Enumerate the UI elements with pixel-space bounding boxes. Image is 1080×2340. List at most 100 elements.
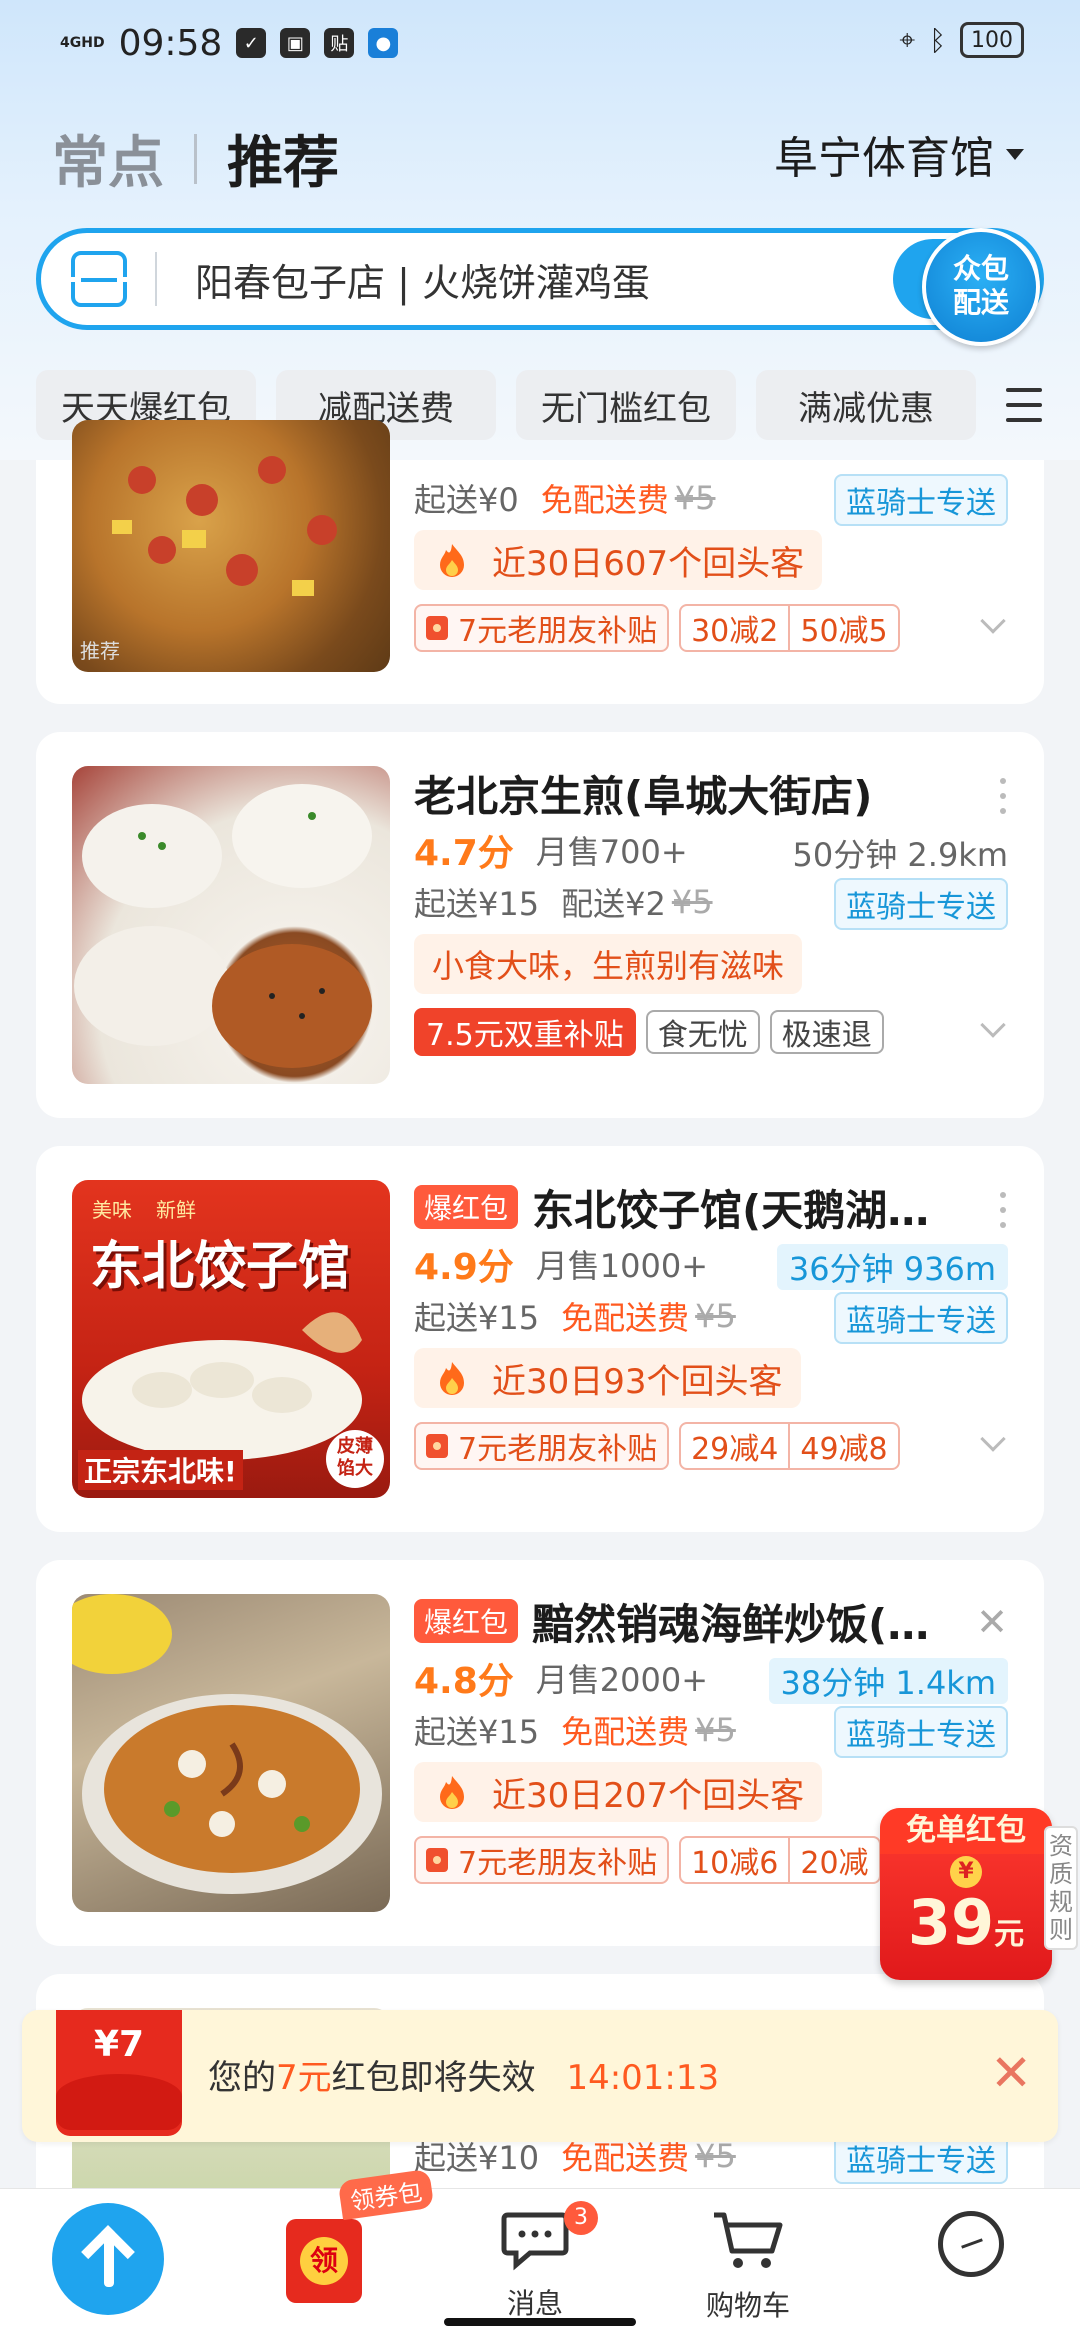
discount-2: 49减8	[788, 1424, 897, 1468]
filter-no-threshold[interactable]: 无门槛红包	[516, 370, 736, 440]
red-packet-expiry-notice[interactable]: ¥7 您的7元红包即将失效 14:01:13 ✕	[22, 2010, 1058, 2142]
delivery-fee: 配送¥2	[561, 885, 666, 923]
nav-messages-label: 消息	[506, 2287, 563, 2320]
store-info: 起送¥0 免配送费 ¥5 蓝骑士专送 近30日607个回头客 7元老朋友补贴 3…	[414, 472, 1008, 652]
crowd-delivery-line2: 配送	[952, 286, 1009, 319]
store-info: 爆红包 东北饺子馆(天鹅湖… 4.9分 月售1000+ 36分钟 936m 起送…	[414, 1176, 1008, 1470]
fire-icon	[440, 1362, 464, 1395]
red-packet-icon	[426, 1848, 448, 1872]
monthly-sales: 月售2000+	[535, 1661, 709, 1699]
eta-distance: 36分钟 936m	[776, 1244, 1008, 1290]
caret-down-icon	[1006, 148, 1024, 160]
coupon-icon: 领	[300, 2237, 348, 2285]
promo-text: 近30日207个回头客	[492, 1775, 805, 1816]
search-input[interactable]: 阳春包子店 | 火烧饼灌鸡蛋	[195, 252, 650, 307]
tab-frequent[interactable]: 常点	[52, 118, 164, 199]
distance: 2.9km	[907, 836, 1008, 874]
coin-icon: ¥	[950, 1856, 982, 1888]
bluetooth-icon: ᛒ	[929, 23, 946, 57]
food-safety-tag: 食无忧	[645, 1010, 760, 1054]
monthly-sales: 月售700+	[535, 833, 688, 871]
title-row: 爆红包 黯然销魂海鲜炒饭(… ✕	[414, 1590, 1008, 1652]
store-thumbnail	[72, 1594, 390, 1912]
home-gesture-bar	[444, 2318, 636, 2326]
expand-chevron-icon[interactable]	[980, 1012, 1006, 1038]
hot-red-packet-badge: 爆红包	[414, 1185, 519, 1229]
red-packet-icon	[426, 1434, 448, 1458]
fire-icon	[440, 544, 464, 577]
store-card[interactable]: 老北京生煎(阜城大街店) 4.7分 月售700+ 50分钟 2.9km 起送¥1…	[36, 732, 1044, 1118]
discount-tag: 10减6 20减	[679, 1836, 881, 1884]
repeat-customer-banner: 近30日207个回头客	[414, 1762, 823, 1822]
scan-icon[interactable]	[69, 251, 129, 307]
profile-icon[interactable]	[938, 2211, 1004, 2277]
app-icon: ▣	[280, 28, 311, 58]
discount-tag: 30减2 50减5	[679, 604, 900, 652]
eta-distance: 38分钟 1.4km	[768, 1658, 1008, 1704]
location-selector[interactable]: 阜宁体育馆	[774, 122, 1024, 186]
store-card[interactable]: 推荐 起送¥0 免配送费 ¥5 蓝骑士专送 近30日607个回头客 7元老朋友补…	[36, 420, 1044, 704]
chat-app-icon: ●	[368, 28, 399, 58]
scroll-to-top-button[interactable]	[52, 2203, 164, 2315]
close-icon[interactable]: ✕	[976, 1600, 1008, 1644]
coupon-pack-button[interactable]: 领	[286, 2219, 362, 2303]
store-card[interactable]: 美味 新鲜 东北饺子馆 正宗东北味! 皮薄馅大 爆红包 东北饺子馆(天鹅湖… 4.…	[36, 1146, 1044, 1532]
delivery-fee: 免配送费	[540, 481, 669, 519]
title-row: 爆红包 东北饺子馆(天鹅湖…	[414, 1176, 1008, 1238]
packet-amount: ¥7	[93, 2024, 145, 2065]
store-name[interactable]: 黯然销魂海鲜炒饭(…	[532, 1591, 929, 1652]
filter-discount[interactable]: 满减优惠	[756, 370, 976, 440]
search-bar[interactable]: 阳春包子店 | 火烧饼灌鸡蛋 搜	[36, 228, 1044, 330]
expand-chevron-icon[interactable]	[980, 1426, 1006, 1452]
discount-1: 10减6	[691, 1846, 779, 1881]
discount-2: 20减	[788, 1838, 878, 1882]
tags-row: 7元老朋友补贴 30减2 50减5	[414, 604, 1008, 652]
store-name[interactable]: 东北饺子馆(天鹅湖…	[532, 1177, 929, 1238]
delivery-row: 起送¥15 免配送费 ¥5 蓝骑士专送	[414, 1290, 1008, 1344]
original-delivery-fee: ¥5	[695, 1297, 736, 1335]
store-thumbnail	[72, 766, 390, 1084]
min-order: 起送¥15	[414, 1713, 540, 1751]
red-packet-icon: ¥7	[56, 2010, 182, 2136]
more-options-icon[interactable]	[1000, 1192, 1008, 1228]
crowd-delivery-badge[interactable]: 众包 配送	[922, 228, 1040, 346]
search-divider	[155, 252, 157, 306]
original-delivery-fee: ¥5	[695, 1711, 736, 1749]
tab-recommend[interactable]: 推荐	[227, 118, 339, 199]
seafood-rice-image	[72, 1594, 382, 1894]
min-order: 起送¥15	[414, 1299, 540, 1337]
original-delivery-fee: ¥5	[695, 2137, 736, 2175]
monthly-sales: 月售1000+	[535, 1247, 709, 1285]
slogan-banner: 小食大味，生煎别有滋味	[414, 934, 803, 994]
red-packet-icon	[426, 616, 448, 640]
shengjian-image	[74, 784, 372, 1068]
battery-indicator: 100	[960, 22, 1024, 58]
qualification-rules-link[interactable]: 资质规则	[1044, 1826, 1078, 1950]
tags-row: 7元老朋友补贴 29减4 49减8	[414, 1422, 1008, 1470]
discount-2: 50减5	[788, 606, 897, 650]
nav-cart[interactable]: 购物车	[706, 2209, 790, 2324]
rider-badge: 蓝骑士专送	[834, 474, 1008, 526]
store-name[interactable]: 老北京生煎(阜城大街店)	[414, 763, 872, 824]
store-info: 老北京生煎(阜城大街店) 4.7分 月售700+ 50分钟 2.9km 起送¥1…	[414, 762, 1008, 1056]
fire-icon	[440, 1776, 464, 1809]
discount-tag: 29减4 49减8	[679, 1422, 900, 1470]
more-options-icon[interactable]	[1000, 778, 1008, 814]
nav-messages[interactable]: 3 消息	[500, 2201, 598, 2322]
close-icon[interactable]: ✕	[990, 2044, 1032, 2102]
rating: 4.7分	[414, 833, 514, 874]
promo-text: 近30日607个回头客	[492, 543, 805, 584]
notice-prefix: 您的	[208, 2058, 276, 2098]
rating-row: 4.9分 月售1000+ 36分钟 936m	[414, 1238, 1008, 1290]
filter-menu-icon[interactable]	[1006, 388, 1042, 422]
delivery-row: 起送¥0 免配送费 ¥5 蓝骑士专送	[414, 472, 1008, 526]
expand-chevron-icon[interactable]	[980, 608, 1006, 634]
free-order-red-packet[interactable]: 免单红包 ¥ 39元	[880, 1808, 1052, 1980]
subsidy-tag: 7元老朋友补贴	[414, 1422, 670, 1470]
rider-badge: 蓝骑士专送	[834, 1706, 1008, 1758]
location-label: 阜宁体育馆	[774, 133, 994, 184]
subsidy-text: 7元老朋友补贴	[458, 1846, 658, 1881]
discount-1: 30减2	[691, 614, 779, 649]
store-thumbnail: 美味 新鲜 东北饺子馆 正宗东北味! 皮薄馅大	[72, 1180, 390, 1498]
notice-text: 您的7元红包即将失效 14:01:13	[208, 2050, 719, 2099]
